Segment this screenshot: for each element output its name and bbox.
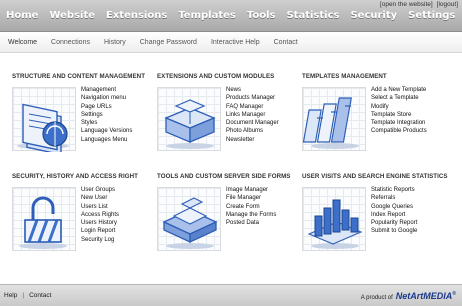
link-styles[interactable]: Styles (81, 119, 132, 127)
link-language-versions[interactable]: Language Versions (81, 127, 132, 135)
link-access-rights[interactable]: Access Rights (81, 211, 119, 219)
link-navigation-menu[interactable]: Navigation menu (81, 94, 132, 102)
link-compatible-products[interactable]: Compatible Products (371, 127, 427, 135)
open-website-link[interactable]: [open the website] (380, 1, 433, 8)
product-of-text: A product of (360, 295, 393, 301)
product-credit: A product of NetArtMEDIA® (361, 291, 456, 301)
section-title: EXTENSIONS AND CUSTOM MODULES (157, 73, 275, 80)
section-title: USER VISITS AND SEARCH ENGINE STATISTICS (302, 173, 448, 180)
link-links-manager[interactable]: Links Manager (226, 111, 279, 119)
nav-extensions[interactable]: Extensions (106, 10, 167, 21)
link-newsletter[interactable]: Newsletter (226, 136, 279, 144)
subnav-contact[interactable]: Contact (274, 39, 298, 46)
footer-contact-link[interactable]: Contact (29, 292, 51, 299)
nav-tools[interactable]: Tools (247, 10, 276, 21)
section-security: SECURITY, HISTORY AND ACCESS RIGHT User … (12, 173, 162, 251)
link-page-urls[interactable]: Page URLs (81, 103, 132, 111)
section-title: TOOLS AND CUSTOM SERVER SIDE FORMS (157, 173, 291, 180)
subnav-history[interactable]: History (104, 39, 126, 46)
link-products-manager[interactable]: Products Manager (226, 94, 279, 102)
statistics-links: Statistic Reports Referrals Google Queri… (371, 186, 417, 236)
structure-links: Management Navigation menu Page URLs Set… (81, 86, 132, 144)
link-index-report[interactable]: Index Report (371, 211, 417, 219)
link-document-manager[interactable]: Document Manager (226, 119, 279, 127)
link-create-form[interactable]: Create Form (226, 203, 276, 211)
link-login-report[interactable]: Login Report (81, 227, 119, 235)
nav-website[interactable]: Website (49, 10, 95, 21)
brand-logo[interactable]: NetArtMEDIA® (396, 291, 456, 301)
templates-links: Add a New Template Select a Template Mod… (371, 86, 427, 136)
link-users-history[interactable]: Users History (81, 219, 119, 227)
subnav-change-password[interactable]: Change Password (140, 39, 197, 46)
link-posted-data[interactable]: Posted Data (226, 219, 276, 227)
link-news[interactable]: News (226, 86, 279, 94)
section-title: TEMPLATES MANAGEMENT (302, 73, 387, 80)
section-templates: TEMPLATES MANAGEMENT Add a New Template … (302, 73, 452, 151)
sub-navigation-bar: Welcome Connections History Change Passw… (0, 32, 462, 53)
account-links: [open the website] [logout] (380, 1, 458, 8)
link-statistic-reports[interactable]: Statistic Reports (371, 186, 417, 194)
link-submit-to-google[interactable]: Submit to Google (371, 227, 417, 235)
nav-templates[interactable]: Templates (178, 10, 236, 21)
link-manage-forms[interactable]: Manage the Forms (226, 211, 276, 219)
section-title: STRUCTURE AND CONTENT MANAGEMENT (12, 73, 146, 80)
link-image-manager[interactable]: Image Manager (226, 186, 276, 194)
footer-bar: Help | Contact A product of NetArtMEDIA® (0, 284, 462, 306)
padlock-icon[interactable] (12, 187, 76, 251)
link-file-manager[interactable]: File Manager (226, 194, 276, 202)
main-menu: Home Website Extensions Templates Tools … (6, 10, 462, 21)
templates-icon[interactable] (302, 87, 366, 151)
link-referrals[interactable]: Referrals (371, 194, 417, 202)
link-faq-manager[interactable]: FAQ Manager (226, 103, 279, 111)
link-management[interactable]: Management (81, 86, 132, 94)
link-modify[interactable]: Modify (371, 103, 427, 111)
link-google-queries[interactable]: Google Queries (371, 203, 417, 211)
link-security-log[interactable]: Security Log (81, 236, 119, 244)
footer-help-link[interactable]: Help (4, 292, 17, 299)
statistics-icon[interactable] (302, 187, 366, 251)
sub-menu: Welcome Connections History Change Passw… (8, 39, 312, 46)
section-statistics: USER VISITS AND SEARCH ENGINE STATISTICS… (302, 173, 452, 251)
link-template-integration[interactable]: Template Integration (371, 119, 427, 127)
tools-links: Image Manager File Manager Create Form M… (226, 186, 276, 227)
security-links: User Groups New User Users List Access R… (81, 186, 119, 244)
extensions-links: News Products Manager FAQ Manager Links … (226, 86, 279, 144)
link-template-store[interactable]: Template Store (371, 111, 427, 119)
link-languages-menu[interactable]: Languages Menu (81, 136, 132, 144)
nav-settings[interactable]: Settings (408, 10, 455, 21)
link-user-groups[interactable]: User Groups (81, 186, 119, 194)
section-extensions-modules: EXTENSIONS AND CUSTOM MODULES News Produ… (157, 73, 307, 151)
link-new-user[interactable]: New User (81, 194, 119, 202)
content-management-icon[interactable] (12, 87, 76, 152)
logout-link[interactable]: [logout] (437, 1, 458, 8)
top-navigation-bar: Home Website Extensions Templates Tools … (0, 0, 462, 32)
link-popularity-report[interactable]: Popularity Report (371, 219, 417, 227)
footer-links: Help | Contact (4, 292, 51, 299)
section-structure-content: STRUCTURE AND CONTENT MANAGEMENT Managem… (12, 73, 162, 152)
nav-statistics[interactable]: Statistics (286, 10, 339, 21)
section-tools-forms: TOOLS AND CUSTOM SERVER SIDE FORMS Image… (157, 173, 307, 251)
subnav-welcome[interactable]: Welcome (8, 39, 37, 46)
nav-security[interactable]: Security (350, 10, 397, 21)
modules-icon[interactable] (157, 87, 221, 151)
link-add-new-template[interactable]: Add a New Template (371, 86, 427, 94)
link-select-template[interactable]: Select a Template (371, 94, 427, 102)
tools-icon[interactable] (157, 187, 221, 251)
subnav-interactive-help[interactable]: Interactive Help (211, 39, 260, 46)
link-users-list[interactable]: Users List (81, 203, 119, 211)
link-settings[interactable]: Settings (81, 111, 132, 119)
section-title: SECURITY, HISTORY AND ACCESS RIGHT (12, 173, 138, 180)
footer-separator: | (22, 292, 25, 299)
nav-home[interactable]: Home (6, 10, 38, 21)
subnav-connections[interactable]: Connections (51, 39, 90, 46)
link-photo-albums[interactable]: Photo Albums (226, 127, 279, 135)
